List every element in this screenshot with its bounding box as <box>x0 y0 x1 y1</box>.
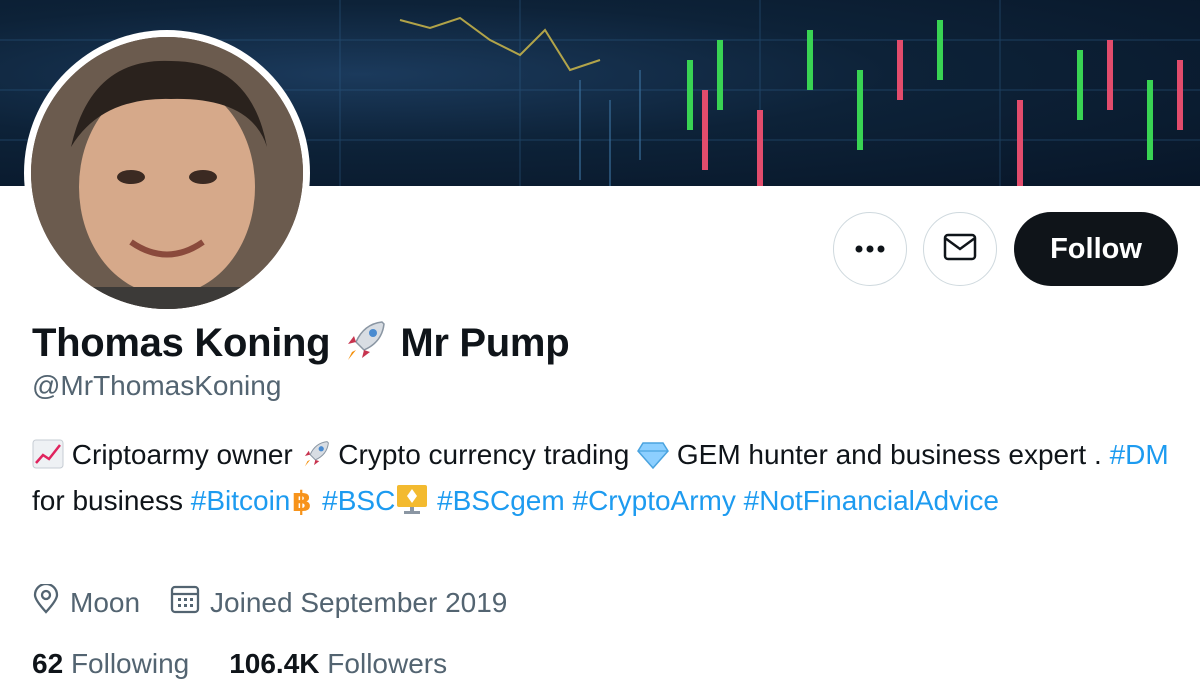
more-button[interactable] <box>833 212 907 286</box>
join-date: Joined September 2019 <box>170 584 507 621</box>
followers-label: Followers <box>327 648 448 679</box>
following-count: 62 <box>32 648 64 679</box>
hashtag-bsc[interactable]: #BSC <box>322 485 395 516</box>
message-button[interactable] <box>923 212 997 286</box>
following-label: Following <box>70 648 190 679</box>
followers-count: 106.4K <box>229 648 320 679</box>
rocket-icon <box>301 439 331 480</box>
bio-text-owner: Criptoarmy owner <box>71 439 293 470</box>
location-text: Moon <box>70 586 141 618</box>
svg-text:฿: ฿ <box>292 485 311 515</box>
avatar[interactable] <box>24 30 310 316</box>
follow-stats: 62 Following 106.4K Followers <box>32 648 487 680</box>
location: Moon <box>32 582 141 621</box>
mail-icon <box>943 233 977 266</box>
bsc-icon <box>395 483 429 526</box>
hashtag-dm[interactable]: #DM <box>1110 439 1169 470</box>
diamond-icon <box>637 439 670 480</box>
calendar-icon <box>170 584 200 621</box>
hashtag-cryptoarmy[interactable]: #CryptoArmy <box>573 485 736 516</box>
hashtag-bscgem[interactable]: #BSCgem <box>437 485 565 516</box>
followers-link[interactable]: 106.4K Followers <box>229 648 447 680</box>
hashtag-bitcoin[interactable]: #Bitcoin <box>191 485 291 516</box>
profile-meta: Moon Joined September 2019 <box>32 582 537 621</box>
display-name-row: Thomas Koning Mr Pump <box>32 318 570 369</box>
location-icon <box>32 582 60 621</box>
bio-text-business: for business <box>32 485 183 516</box>
bio: Criptoarmy owner Crypto currency trading… <box>32 434 1172 526</box>
display-name: Thomas Koning <box>32 321 331 365</box>
handle: @MrThomasKoning <box>32 370 282 401</box>
join-date-text: Joined September 2019 <box>210 586 508 618</box>
avatar-photo <box>31 37 303 309</box>
display-name-suffix: Mr Pump <box>400 321 570 365</box>
more-icon <box>855 240 885 258</box>
bio-text-gem: GEM hunter and business expert . <box>676 439 1102 470</box>
following-link[interactable]: 62 Following <box>32 648 189 680</box>
hashtag-notfinancialadvice[interactable]: #NotFinancialAdvice <box>744 485 999 516</box>
bitcoin-icon: ฿ <box>290 485 314 526</box>
chart-icon <box>32 439 64 480</box>
follow-button[interactable]: Follow <box>1014 212 1178 286</box>
rocket-icon <box>342 318 388 369</box>
bio-text-trading: Crypto currency trading <box>338 439 630 470</box>
